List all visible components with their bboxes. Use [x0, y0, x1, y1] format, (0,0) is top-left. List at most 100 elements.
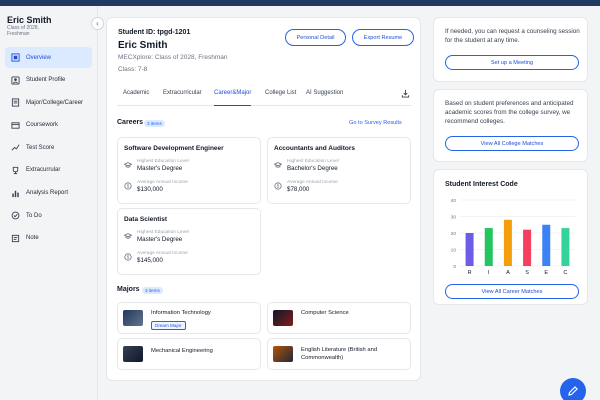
counseling-text: If needed, you can request a counseling …	[445, 28, 580, 44]
major-card[interactable]: Computer Science	[267, 302, 411, 334]
x-tick-label: E	[544, 270, 548, 276]
majors-count-badge: 3 items	[142, 287, 163, 294]
view-career-matches-button[interactable]: View All Career Matches	[445, 284, 579, 299]
sidebar-item-major-college-career[interactable]: Major/College/Career	[5, 92, 92, 113]
clipboard-icon	[11, 121, 20, 130]
y-tick-label: 20	[451, 231, 457, 237]
dollar-icon: $	[274, 182, 282, 190]
student-class-full: MECXplore: Class of 2028, Freshman	[118, 54, 228, 61]
sidebar-item-note[interactable]: Note	[5, 228, 92, 249]
export-resume-button[interactable]: Export Resume	[352, 29, 414, 46]
major-card[interactable]: English Literature (British and Commonwe…	[267, 338, 411, 370]
bar-chart-icon	[11, 189, 20, 198]
sidebar-profile: Eric Smith Class of 2028, Freshman	[0, 6, 97, 37]
svg-text:$: $	[127, 184, 130, 189]
sidebar-item-label: Note	[26, 235, 39, 242]
download-icon[interactable]	[401, 89, 410, 98]
pencil-icon	[568, 386, 578, 396]
majors-title: Majors	[117, 286, 140, 293]
careers-title: Careers	[117, 119, 144, 126]
sidebar-item-label: To Do	[26, 212, 42, 219]
edu-label: Highest Education Level	[287, 159, 339, 164]
x-tick-label: I	[488, 270, 490, 276]
career-name: Accountants and Auditors	[274, 145, 356, 152]
career-card[interactable]: Software Development Engineer Highest Ed…	[117, 137, 261, 204]
y-tick-label: 10	[451, 247, 457, 253]
note-icon	[11, 234, 20, 243]
student-detail-panel: Student ID: tpgd-1201 Eric Smith MECXplo…	[106, 17, 421, 381]
income-value: $145,000	[137, 257, 163, 264]
sidebar: Eric Smith Class of 2028, Freshman Overv…	[0, 6, 98, 400]
tab-academic[interactable]: Academic	[123, 90, 149, 106]
survey-results-link[interactable]: Go to Survey Results	[349, 120, 402, 126]
career-card[interactable]: Accountants and Auditors Highest Educati…	[267, 137, 411, 204]
careers-count-badge: 3 items	[144, 120, 165, 127]
career-name: Data Scientist	[124, 216, 167, 223]
sidebar-item-analysis-report[interactable]: Analysis Report	[5, 183, 92, 204]
graduation-cap-icon	[274, 162, 282, 168]
sidebar-item-label: Test Score	[26, 144, 55, 151]
sidebar-item-student-profile[interactable]: Student Profile	[5, 70, 92, 91]
personal-detail-button[interactable]: Personal Detail	[285, 29, 346, 46]
edit-fab-button[interactable]	[560, 378, 586, 400]
major-name: English Literature (British and Commonwe…	[301, 347, 378, 361]
tab-extracurricular[interactable]: Extracurricular	[163, 90, 202, 106]
y-tick-label: 0	[453, 264, 456, 270]
career-card[interactable]: Data Scientist Highest Education Level Ma…	[117, 208, 261, 275]
edu-label: Highest Education Level	[137, 159, 189, 164]
trend-icon	[11, 143, 20, 152]
edu-value: Master's Degree	[137, 236, 183, 243]
sidebar-item-label: Major/College/Career	[26, 99, 84, 106]
sidebar-item-label: Student Profile	[26, 77, 66, 84]
user-icon	[11, 76, 20, 85]
collapse-sidebar-button[interactable]: ‹	[91, 17, 104, 30]
college-match-card: Based on student preferences and anticip…	[433, 89, 588, 162]
setup-meeting-button[interactable]: Set up a Meeting	[445, 55, 579, 70]
major-name: Computer Science	[301, 310, 349, 316]
sidebar-item-coursework[interactable]: Coursework	[5, 115, 92, 136]
counseling-card: If needed, you can request a counseling …	[433, 17, 588, 82]
dollar-icon: $	[124, 253, 132, 261]
major-card[interactable]: Information Technology Dream Major	[117, 302, 261, 334]
grid-icon	[11, 53, 20, 62]
interest-code-card: Student Interest Code 0 10 20 30 40 R I A S E C Vi…	[433, 169, 588, 305]
major-thumbnail	[273, 310, 293, 326]
dream-major-badge: Dream Major	[151, 321, 186, 330]
sidebar-item-to-do[interactable]: To Do	[5, 205, 92, 226]
trophy-icon	[11, 166, 20, 175]
major-card[interactable]: Mechanical Engineering	[117, 338, 261, 370]
sidebar-item-extracurrular[interactable]: Extracurrular	[5, 160, 92, 181]
view-college-matches-button[interactable]: View All College Matches	[445, 136, 579, 151]
tab-college-list[interactable]: College List	[265, 90, 296, 106]
book-icon	[11, 98, 20, 107]
major-thumbnail	[123, 346, 143, 362]
income-label: Average Annual Income	[137, 251, 188, 256]
svg-text:$: $	[127, 255, 130, 260]
interest-code-chart: 0 10 20 30 40 R I A S E C	[451, 198, 575, 276]
income-value: $130,000	[137, 186, 163, 193]
student-title-name: Eric Smith	[118, 40, 168, 51]
bar-c	[561, 228, 570, 266]
sidebar-item-label: Extracurrular	[26, 167, 61, 174]
major-thumbnail	[273, 346, 293, 362]
bar-r	[465, 233, 474, 266]
x-tick-label: C	[563, 270, 567, 276]
bar-a	[503, 219, 512, 266]
y-tick-label: 30	[451, 214, 457, 220]
edu-label: Highest Education Level	[137, 230, 189, 235]
bar-e	[542, 224, 551, 266]
tab-career-major[interactable]: Career&Major	[214, 90, 252, 106]
career-name: Software Development Engineer	[124, 145, 224, 152]
tab-bar: Academic Extracurricular Career&Major Co…	[117, 86, 412, 106]
student-grade: Class: 7-8	[118, 66, 148, 73]
interest-code-title: Student Interest Code	[445, 181, 518, 188]
graduation-cap-icon	[124, 162, 132, 168]
college-text: Based on student preferences and anticip…	[445, 100, 574, 125]
sidebar-item-overview[interactable]: Overview	[5, 47, 92, 68]
sidebar-item-test-score[interactable]: Test Score	[5, 137, 92, 158]
dollar-icon: $	[124, 182, 132, 190]
sidebar-item-label: Analysis Report	[26, 190, 69, 197]
student-level: Freshman	[7, 31, 30, 37]
student-id: Student ID: tpgd-1201	[118, 29, 191, 36]
tab-ai-suggestion[interactable]: AI Suggestion	[306, 90, 343, 106]
